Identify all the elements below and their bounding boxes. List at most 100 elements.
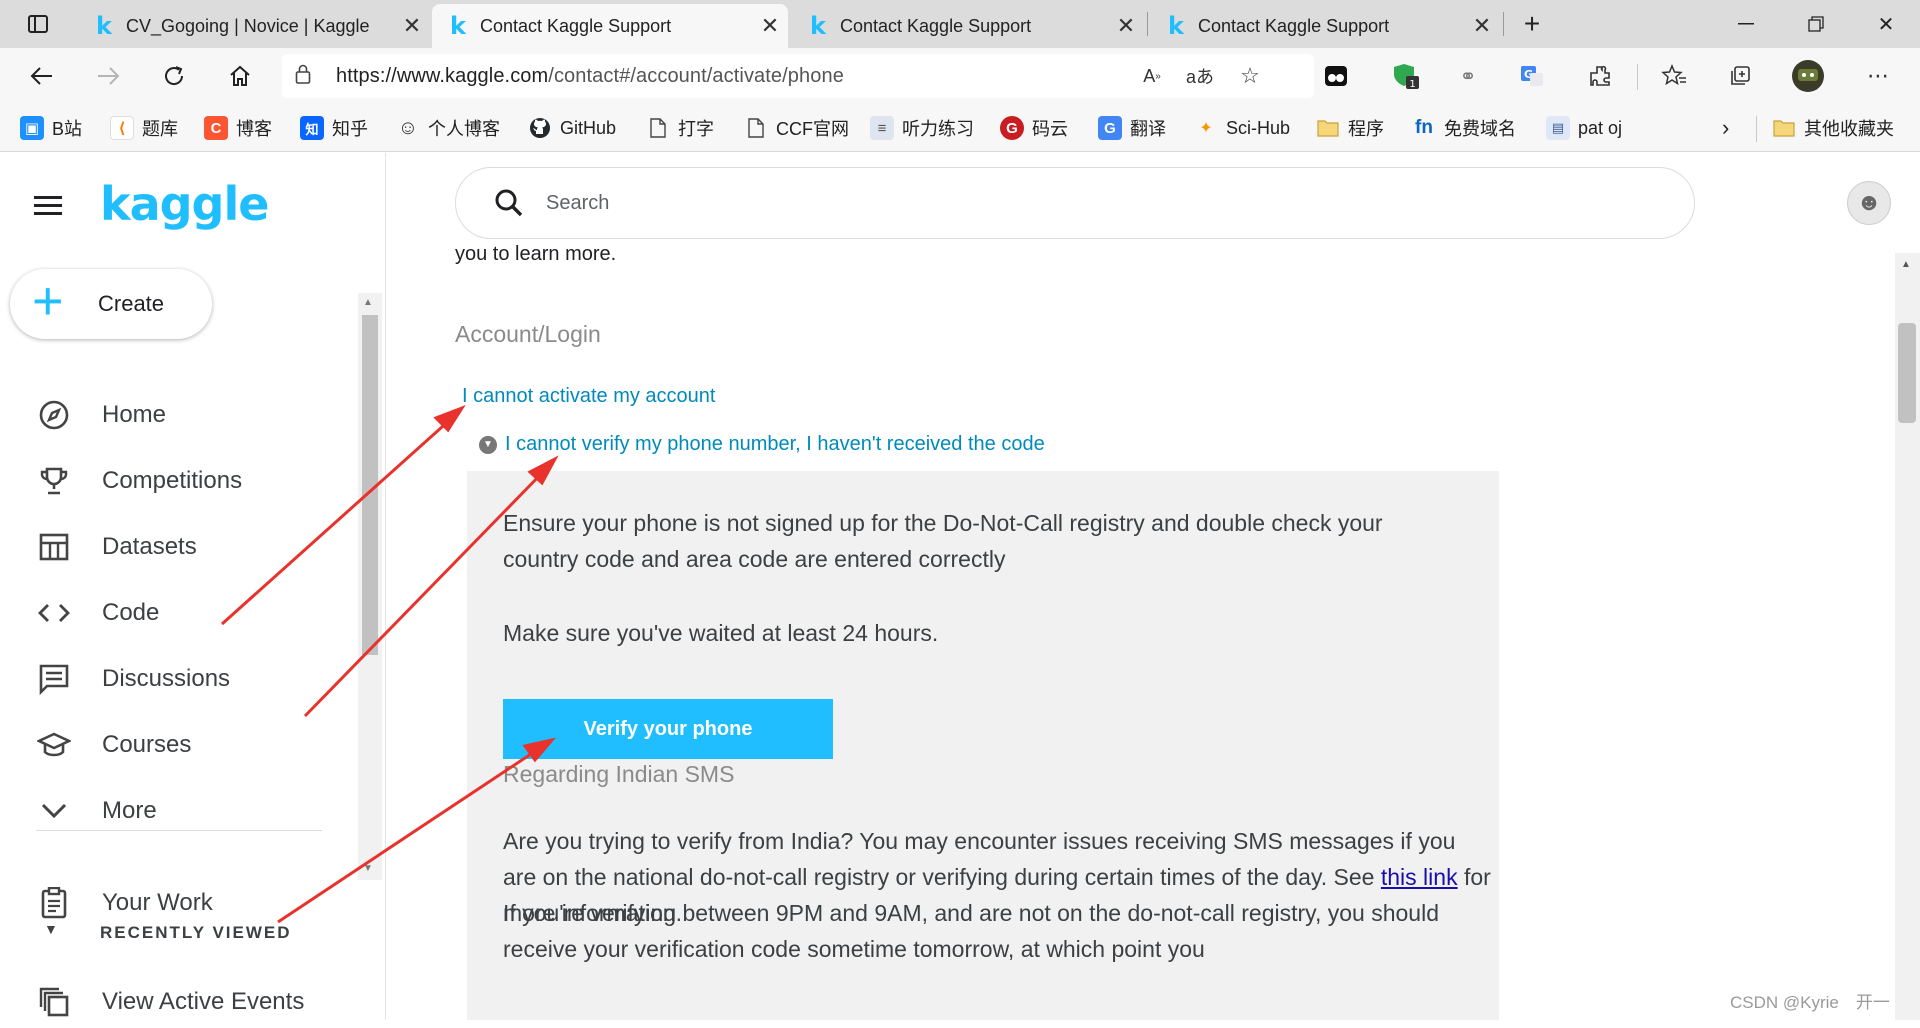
- faq-link-activate-account[interactable]: I cannot activate my account: [462, 385, 715, 408]
- extension-shield-icon[interactable]: 1: [1386, 56, 1426, 96]
- scroll-down-arrow-icon[interactable]: ▼: [363, 863, 373, 874]
- window-close-icon[interactable]: ✕: [1856, 0, 1916, 48]
- bookmark-item[interactable]: ▤ pat oj: [1546, 104, 1622, 152]
- kaggle-logo[interactable]: kaggle: [100, 177, 269, 231]
- close-icon[interactable]: ✕: [752, 13, 788, 39]
- scroll-up-arrow-icon[interactable]: ▲: [363, 297, 373, 308]
- scihub-icon: ✦: [1199, 120, 1213, 137]
- kaggle-k-icon: k: [450, 12, 466, 40]
- browser-tab[interactable]: k Contact Kaggle Support ✕: [1150, 4, 1500, 48]
- hamburger-menu-icon[interactable]: [34, 191, 74, 221]
- browser-tab[interactable]: k Contact Kaggle Support ✕: [792, 4, 1144, 48]
- browser-tab-active[interactable]: k Contact Kaggle Support ✕: [432, 4, 788, 48]
- bookmark-item[interactable]: 打字: [646, 104, 714, 152]
- answer-paragraph: If you're verifying between 9PM and 9AM,…: [503, 900, 1439, 962]
- collections-icon[interactable]: [1720, 56, 1760, 96]
- close-icon[interactable]: ✕: [1464, 13, 1500, 39]
- table-icon: [36, 529, 72, 565]
- tab-title: Contact Kaggle Support: [840, 15, 1032, 36]
- stacked-pages-icon: [36, 984, 72, 1020]
- sidebar-item-courses[interactable]: Courses: [36, 719, 336, 771]
- bookmark-item[interactable]: ▣ B站: [20, 104, 82, 152]
- scroll-up-arrow-icon[interactable]: ▲: [1901, 259, 1911, 270]
- bookmark-item[interactable]: CCF官网: [744, 104, 849, 152]
- zhihu-icon: 知: [300, 116, 324, 140]
- bookmark-item[interactable]: ⟨ 题库: [110, 104, 178, 152]
- close-icon[interactable]: ✕: [394, 13, 430, 39]
- create-label: Create: [98, 291, 165, 316]
- svg-text:1: 1: [1409, 79, 1415, 90]
- this-link[interactable]: this link: [1381, 864, 1458, 890]
- verify-phone-button[interactable]: Verify your phone: [503, 699, 833, 759]
- clipboard-icon: [36, 885, 72, 921]
- extensions-puzzle-icon[interactable]: [1580, 56, 1620, 96]
- sidebar-item-discussions[interactable]: Discussions: [36, 653, 336, 705]
- new-tab-icon[interactable]: +: [1502, 0, 1562, 48]
- extension-google-translate-icon[interactable]: G: [1512, 56, 1552, 96]
- main-scrollbar[interactable]: ▲: [1895, 253, 1920, 1020]
- read-aloud-icon[interactable]: A»: [1130, 54, 1174, 98]
- home-icon[interactable]: [218, 54, 262, 98]
- more-options-icon[interactable]: ⋯: [1858, 56, 1898, 96]
- sidebar-item-datasets[interactable]: Datasets: [36, 521, 336, 573]
- bilibili-icon: ▣: [20, 116, 44, 140]
- comment-icon: [36, 661, 72, 697]
- sidebar-divider: [36, 830, 322, 831]
- other-bookmarks-folder[interactable]: 其他收藏夹: [1772, 104, 1894, 152]
- bookmark-label: pat oj: [1578, 117, 1623, 138]
- extension-link-icon[interactable]: ⚭: [1448, 56, 1488, 96]
- scrollbar-thumb[interactable]: [362, 315, 378, 655]
- bookmark-item[interactable]: G 码云: [1000, 104, 1068, 152]
- lock-icon[interactable]: [282, 64, 324, 89]
- graduation-cap-icon: [36, 727, 72, 763]
- refresh-icon[interactable]: [152, 54, 196, 98]
- back-arrow-icon[interactable]: [20, 54, 64, 98]
- search-icon: [495, 189, 523, 217]
- bookmark-item[interactable]: 知 知乎: [300, 104, 368, 152]
- chevron-down-icon: [36, 793, 72, 829]
- bookmarks-overflow-chevron-icon[interactable]: ›: [1722, 104, 1729, 152]
- favorites-icon[interactable]: [1654, 56, 1694, 96]
- sidebar-item-your-work[interactable]: Your Work: [36, 877, 336, 929]
- bookmark-item[interactable]: ☺ 个人博客: [396, 104, 500, 152]
- sidebar-item-code[interactable]: Code: [36, 587, 336, 639]
- bookmark-label: 翻译: [1130, 119, 1166, 139]
- create-button[interactable]: + Create: [10, 269, 212, 339]
- faq-item-verify-phone[interactable]: ▼ I cannot verify my phone number, I hav…: [479, 433, 1045, 456]
- profile-avatar-icon[interactable]: [1788, 56, 1828, 96]
- browser-tab[interactable]: k CV_Gogoing | Novice | Kaggle ✕: [78, 4, 430, 48]
- recent-item-view-active-events[interactable]: View Active Events: [36, 976, 336, 1028]
- bookmark-item[interactable]: ✦ Sci-Hub: [1194, 104, 1290, 152]
- translate-icon: G: [1098, 116, 1122, 140]
- github-icon: [528, 116, 552, 140]
- bookmark-item[interactable]: fn 免费域名: [1412, 104, 1516, 152]
- tab-actions-icon[interactable]: [8, 0, 68, 48]
- minimize-icon[interactable]: [1716, 0, 1776, 48]
- address-input[interactable]: https://www.kaggle.com/contact#/account/…: [282, 54, 1314, 98]
- search-input[interactable]: Search: [455, 167, 1695, 239]
- sidebar-item-competitions[interactable]: Competitions: [36, 455, 336, 507]
- extension-tampermonkey-icon[interactable]: [1316, 56, 1356, 96]
- add-favorite-icon[interactable]: ☆: [1228, 54, 1272, 98]
- user-avatar[interactable]: ☻: [1847, 181, 1891, 225]
- sidebar-scrollbar[interactable]: ▲ ▼: [358, 293, 382, 880]
- bookmark-item[interactable]: ≡ 听力练习: [870, 104, 974, 152]
- forward-arrow-icon[interactable]: [86, 54, 130, 98]
- bookmark-item[interactable]: C 博客: [204, 104, 272, 152]
- faq-link-verify-phone[interactable]: I cannot verify my phone number, I haven…: [505, 433, 1045, 456]
- bookmark-item[interactable]: 程序: [1316, 104, 1384, 152]
- indian-sms-heading: Regarding Indian SMS: [503, 761, 735, 787]
- close-icon[interactable]: ✕: [1108, 13, 1144, 39]
- bookmark-label: 听力练习: [902, 119, 974, 139]
- translate-page-icon[interactable]: aあ: [1178, 54, 1222, 98]
- gitee-icon: G: [1000, 116, 1024, 140]
- bookmark-label: GitHub: [560, 117, 617, 138]
- bookmark-item[interactable]: G 翻译: [1098, 104, 1166, 152]
- scrollbar-thumb[interactable]: [1898, 323, 1916, 423]
- bookmark-item[interactable]: GitHub: [528, 104, 616, 152]
- answer-paragraph: Make sure you've waited at least 24 hour…: [503, 620, 939, 646]
- caret-down-icon[interactable]: ▼: [44, 921, 58, 937]
- restore-icon[interactable]: [1786, 0, 1846, 48]
- answer-paragraph: Ensure your phone is not signed up for t…: [503, 510, 1383, 572]
- sidebar-item-home[interactable]: Home: [36, 389, 336, 441]
